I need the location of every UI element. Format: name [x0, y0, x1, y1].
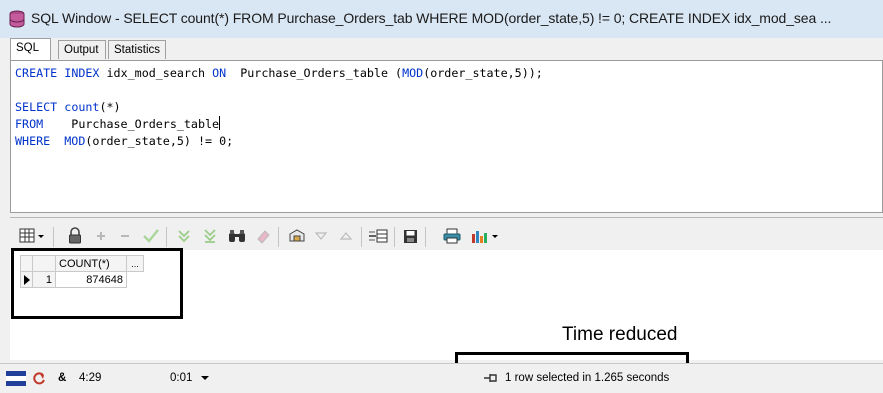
find-button[interactable] [226, 224, 248, 248]
sql-editor[interactable]: CREATE INDEX idx_mod_search ON Purchase_… [10, 60, 883, 213]
code-text: Purchase_Orders_table ( [226, 66, 403, 80]
next-record-button[interactable] [310, 224, 332, 248]
plus-icon [97, 232, 105, 240]
refresh-icon [33, 372, 45, 385]
annotation-label: Time reduced [562, 324, 678, 345]
status-message: 1 row selected in 1.265 seconds [505, 372, 670, 384]
keyword: FROM [15, 117, 44, 131]
ampersand-icon: & [58, 372, 67, 384]
code-text: Purchase_Orders_table [43, 117, 220, 131]
export-button[interactable] [286, 224, 308, 248]
lock-button[interactable] [64, 224, 86, 248]
toolbar-separator [53, 227, 54, 247]
delete-record-button[interactable] [114, 224, 136, 248]
keyword: WHERE [15, 134, 51, 148]
status-bar: & 4:29 0:01 1 row selected in 1.265 seco… [0, 363, 883, 393]
fetch-last-button[interactable] [199, 224, 221, 248]
flag-icon [6, 371, 26, 386]
toolbar-separator [278, 227, 279, 247]
title-bar: SQL Window - SELECT count(*) FROM Purcha… [0, 0, 883, 39]
eraser-icon [257, 230, 270, 244]
keyword: MOD [402, 66, 424, 80]
triangle-down-icon [314, 232, 328, 240]
code-text: (order_state,5)); [423, 66, 543, 80]
tab-bar: SQL Output Statistics [0, 38, 883, 60]
keyword: ON [212, 66, 227, 80]
status-elapsed: 0:01 [170, 372, 193, 384]
keyword: INDEX [64, 66, 100, 80]
add-record-button[interactable] [90, 224, 112, 248]
keyword: SELECT [15, 100, 58, 114]
single-record-view-button[interactable] [367, 224, 389, 248]
post-changes-button[interactable] [140, 224, 162, 248]
lock-icon [69, 227, 81, 244]
chart-button[interactable] [469, 224, 503, 248]
previous-record-button[interactable] [335, 224, 357, 248]
single-record-icon [369, 229, 388, 243]
save-icon [403, 229, 417, 243]
status-time: 4:29 [79, 372, 102, 384]
database-icon [9, 10, 25, 28]
toolbar-separator [166, 227, 167, 247]
code-text: (order_state,5) != 0; [85, 134, 234, 148]
export-icon [289, 229, 305, 242]
binoculars-icon [229, 230, 245, 242]
pin-icon [484, 374, 497, 382]
double-chevron-down-icon [178, 230, 190, 243]
result-toolbar [10, 224, 883, 250]
minus-icon [121, 235, 129, 237]
keyword: MOD [64, 134, 86, 148]
toolbar-separator [361, 227, 362, 247]
window-title: SQL Window - SELECT count(*) FROM Purcha… [31, 10, 832, 26]
print-button[interactable] [441, 224, 463, 248]
clear-button[interactable] [252, 224, 274, 248]
toolbar-separator [394, 227, 395, 247]
sql-code: CREATE INDEX idx_mod_search ON Purchase_… [15, 65, 543, 150]
toolbar-separator [425, 227, 426, 247]
print-icon [443, 228, 461, 244]
annotation-box-result [11, 248, 183, 319]
code-text: idx_mod_search [99, 66, 213, 80]
grid-icon [19, 228, 44, 243]
chart-icon [472, 231, 498, 243]
code-text: (*) [99, 100, 121, 114]
triangle-up-icon [339, 232, 353, 240]
splitter[interactable] [10, 213, 883, 218]
tab-output[interactable]: Output [58, 40, 106, 59]
tab-sql[interactable]: SQL [10, 38, 51, 60]
fetch-next-button[interactable] [173, 224, 195, 248]
double-chevron-down-bar-icon [204, 229, 216, 243]
grid-view-button[interactable] [18, 224, 46, 248]
save-button[interactable] [399, 224, 421, 248]
keyword: count [64, 100, 100, 114]
check-icon [143, 229, 159, 243]
text-cursor [219, 116, 221, 130]
tab-statistics[interactable]: Statistics [108, 40, 166, 59]
chevron-down-icon[interactable] [200, 374, 210, 382]
keyword: CREATE [15, 66, 58, 80]
